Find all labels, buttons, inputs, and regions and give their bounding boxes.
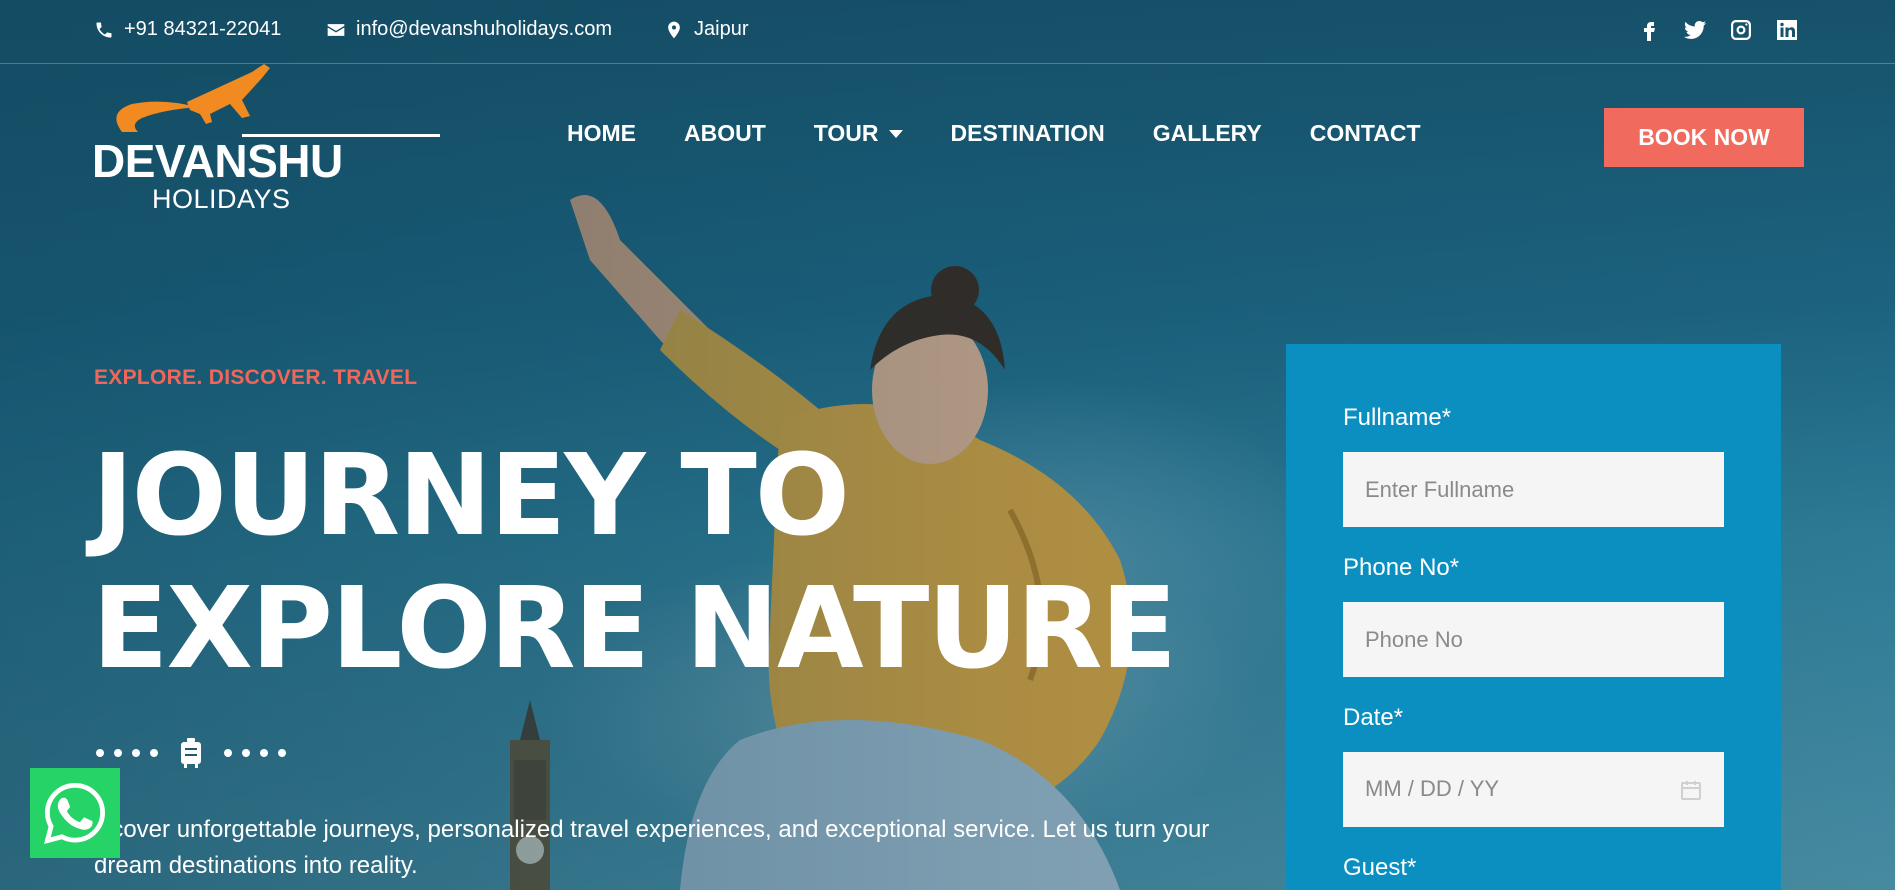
divider-dot — [242, 749, 250, 757]
phone-text: +91 84321-22041 — [124, 18, 282, 40]
hero-description: iscover unforgettable journeys, personal… — [94, 816, 1210, 879]
nav-label: HOME — [567, 120, 636, 146]
top-location[interactable]: Jaipur — [664, 18, 748, 41]
date-label: Date* — [1343, 704, 1404, 731]
plane-logo-icon — [116, 64, 270, 132]
nav-item-destination[interactable]: DESTINATION — [951, 120, 1105, 147]
logo-name: DEVANSHU — [92, 135, 343, 187]
top-phone[interactable]: +91 84321-22041 — [94, 18, 281, 41]
divider-dot — [278, 749, 286, 757]
suitcase-icon — [181, 738, 201, 768]
location-text: Jaipur — [694, 18, 749, 40]
nav-label: DESTINATION — [950, 120, 1105, 146]
caret-down-icon — [888, 129, 903, 138]
nav-item-tour[interactable]: TOUR — [814, 120, 903, 147]
whatsapp-button[interactable] — [30, 768, 120, 858]
divider-dot — [224, 749, 232, 757]
nav-label: GALLERY — [1152, 120, 1262, 146]
booking-form: Fullname* Phone No* Date* MM / DD / YY G… — [1286, 344, 1781, 890]
phone-label: Phone No* — [1343, 554, 1460, 581]
nav-item-home[interactable]: HOME — [567, 120, 636, 147]
fullname-input[interactable] — [1343, 452, 1724, 527]
email-text: info@devanshuholidays.com — [356, 18, 613, 40]
hero-eyebrow: EXPLORE. DISCOVER. TRAVEL — [94, 366, 418, 389]
hero-divider — [96, 738, 286, 768]
calendar-icon[interactable] — [1680, 779, 1702, 801]
twitter-icon[interactable] — [1683, 18, 1707, 42]
fullname-label: Fullname* — [1343, 404, 1452, 431]
nav-item-contact[interactable]: CONTACT — [1310, 120, 1421, 147]
divider-dot — [132, 749, 140, 757]
divider-dot — [114, 749, 122, 757]
divider-dot — [150, 749, 158, 757]
main-nav: HOME ABOUT TOUR DESTINATION GALLERY CONT… — [567, 120, 1421, 147]
date-placeholder: MM / DD / YY — [1365, 776, 1500, 801]
top-email[interactable]: info@devanshuholidays.com — [326, 18, 612, 41]
instagram-icon[interactable] — [1729, 18, 1753, 42]
nav-label: CONTACT — [1309, 120, 1421, 146]
hero-title-line2: EXPLORE NATURE — [92, 564, 1177, 694]
envelope-icon — [327, 23, 345, 36]
whatsapp-icon — [44, 782, 106, 844]
nav-label: TOUR — [813, 120, 879, 146]
nav-label: ABOUT — [684, 120, 766, 146]
phone-icon — [96, 22, 112, 37]
guest-label: Guest* — [1343, 854, 1417, 881]
divider-dot — [96, 749, 104, 757]
book-now-button[interactable]: BOOK NOW — [1604, 108, 1804, 167]
divider-dot — [260, 749, 268, 757]
phone-input[interactable] — [1343, 602, 1724, 677]
hero-title-line1: JOURNEY TO — [92, 431, 850, 561]
hero-title: JOURNEY TO EXPLORE NATURE — [92, 430, 1192, 696]
date-input[interactable]: MM / DD / YY — [1343, 752, 1724, 827]
facebook-icon[interactable] — [1637, 18, 1661, 42]
nav-item-about[interactable]: ABOUT — [684, 120, 766, 147]
linkedin-icon[interactable] — [1775, 18, 1799, 42]
map-pin-icon — [668, 21, 680, 38]
social-links — [1637, 18, 1799, 42]
site-logo[interactable]: DEVANSHU HOLIDAYS — [92, 62, 440, 214]
top-bar: +91 84321-22041 info@devanshuholidays.co… — [0, 0, 1895, 64]
logo-subtitle: HOLIDAYS — [152, 184, 291, 214]
nav-item-gallery[interactable]: GALLERY — [1153, 120, 1262, 147]
